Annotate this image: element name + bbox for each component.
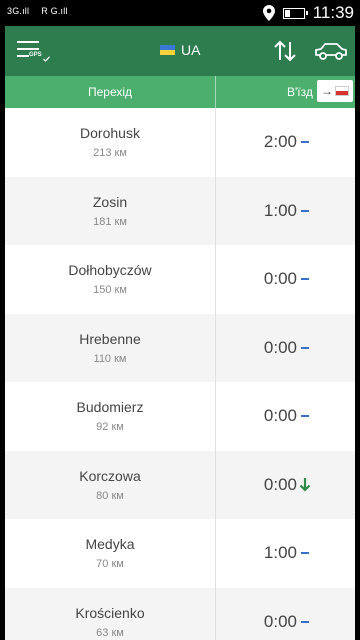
signal-indicators: 3G.ıll R G.ıll [7,6,68,16]
crossings-list[interactable]: Dorohusk 213 км 2:00 Zosin 181 км 1:00 Dołhoby… [5,108,355,640]
sim2-signal: R G.ıll [41,6,68,16]
status-bar: 3G.ıll R G.ıll 11:39 [0,0,360,26]
column-divider [215,176,216,245]
wait-time: 1:00 [263,200,297,220]
swap-vertical-icon [274,40,296,62]
country-code: UA [181,42,201,58]
wait-time: 0:00 [263,406,297,425]
crossing-distance: 181 км [93,215,127,228]
column-divider [215,519,216,588]
trend-flat-icon [299,203,313,219]
trend-flat-icon [299,340,313,356]
list-item[interactable]: Zosin 181 км 1:00 [5,176,355,245]
crossing-name: Krościenko [75,604,145,621]
vehicle-type-button[interactable] [313,40,349,62]
list-item[interactable]: Dorohusk 213 км 2:00 [5,108,355,177]
ukraine-flag-icon [160,45,175,55]
wait-time: 0:00 [263,611,297,631]
wait-time: 2:00 [263,132,297,151]
destination-country-button[interactable]: → [317,80,353,102]
swap-direction-button[interactable] [273,38,297,64]
wait-time: 0:00 [263,474,297,494]
clock: 11:39 [312,3,354,22]
crossing-distance: 150 км [93,284,127,296]
crossing-distance: 70 км [96,558,124,570]
crossing-distance: 110 км [93,352,127,365]
battery-icon [282,7,308,19]
wait-time: 1:00 [263,543,297,562]
list-item[interactable]: Krościenko 63 км 0:00 [5,587,355,640]
trend-flat-icon [299,271,313,287]
poland-flag-icon [335,86,349,96]
trend-down-icon [299,477,313,493]
column-divider [215,108,216,177]
list-item[interactable]: Korczowa 80 км 0:00 [5,450,355,519]
column-divider [215,587,216,640]
wait-time: 0:00 [263,269,297,288]
header-divider [215,76,216,108]
country-selector[interactable]: UA [160,42,200,58]
check-icon [43,56,50,62]
crossing-name: Dołhobyczów [68,262,152,278]
list-item[interactable]: Medyka 70 км 1:00 [5,519,355,588]
entry-column-header: В'їзд [287,85,313,99]
trend-flat-icon [299,614,313,630]
wait-time: 0:00 [263,337,297,357]
list-item[interactable]: Dołhobyczów 150 км 0:00 [5,245,355,314]
crossing-distance: 63 км [96,626,124,639]
sim1-signal: 3G.ıll [7,6,30,16]
crossing-name: Zosin [92,193,128,210]
crossing-distance: 213 км [93,147,127,159]
crossing-name: Korczowa [79,467,141,484]
app-bar: GPS UA [5,26,355,76]
column-divider [215,245,216,314]
trend-flat-icon [299,134,313,150]
arrow-right-icon: → [321,84,333,98]
table-header: Перехід В'їзд → [5,76,355,108]
trend-flat-icon [299,545,313,561]
car-icon [315,43,347,60]
crossing-column-header: Перехід [87,85,133,99]
crossing-name: Dorohusk [80,125,140,141]
crossing-name: Medyka [85,536,135,552]
location-icon [262,5,275,21]
list-item[interactable]: Budomierz 92 км 0:00 [5,382,355,451]
column-divider [215,450,216,519]
gps-label: GPS [29,52,42,58]
crossing-name: Hrebenne [79,330,141,347]
crossing-name: Budomierz [76,399,144,415]
crossing-distance: 92 км [96,421,124,433]
trend-flat-icon [299,408,313,424]
column-divider [215,382,216,451]
list-item[interactable]: Hrebenne 110 км 0:00 [5,313,355,382]
column-divider [215,313,216,382]
crossing-distance: 80 км [96,489,124,502]
gps-menu-button[interactable]: GPS [17,38,50,64]
